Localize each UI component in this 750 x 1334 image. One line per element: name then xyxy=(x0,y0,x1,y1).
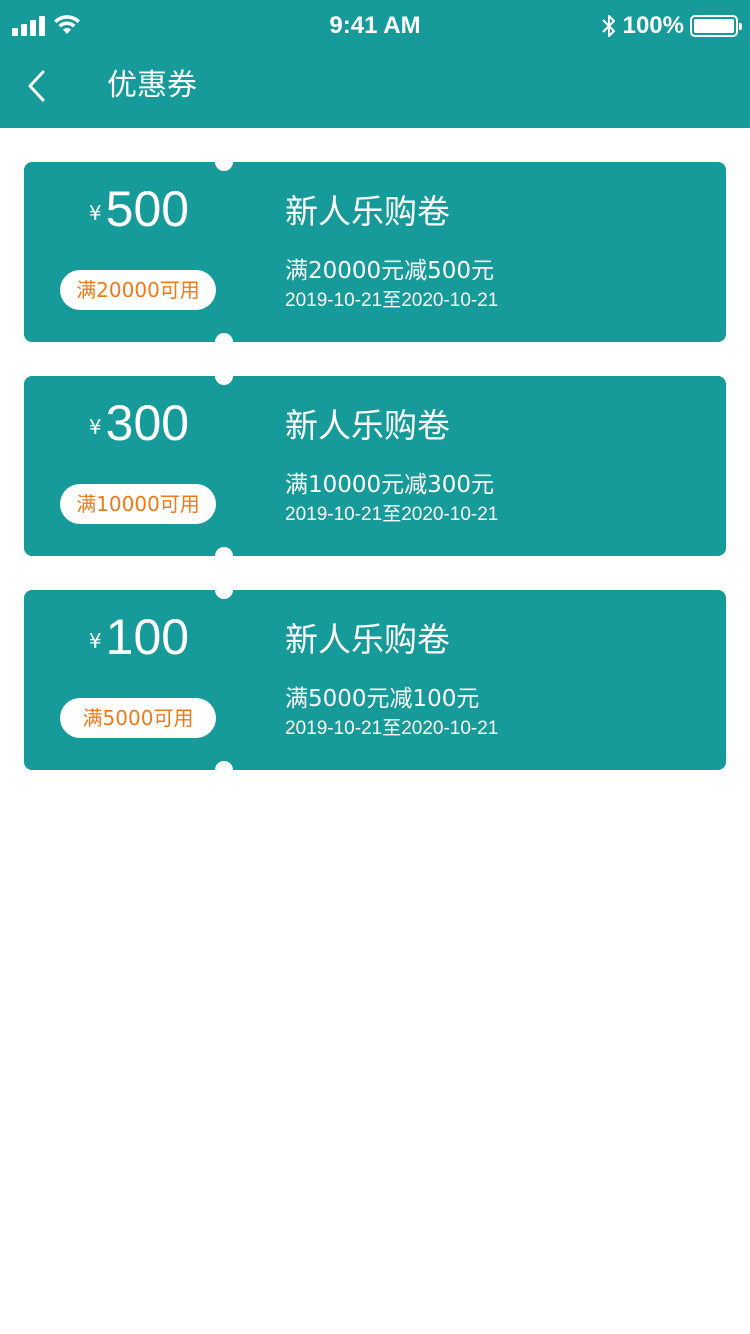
coupon-amount: ¥500 xyxy=(24,184,254,234)
status-right: 100% xyxy=(601,12,742,40)
coupon-title: 新人乐购卷 xyxy=(285,192,450,231)
nav-bar: 优惠券 xyxy=(0,52,750,128)
battery-icon xyxy=(690,15,742,37)
coupon-validity: 2019-10-21至2020-10-21 xyxy=(285,504,499,525)
threshold-badge: 满20000可用 xyxy=(60,270,216,310)
coupon-validity: 2019-10-21至2020-10-21 xyxy=(285,718,499,739)
coupon-card[interactable]: ¥300 满10000可用 新人乐购卷 满10000元减300元 2019-10… xyxy=(24,367,726,565)
ticket-notch xyxy=(215,761,233,779)
amount-value: 100 xyxy=(105,609,190,665)
battery-percent: 100% xyxy=(622,12,684,39)
coupon-title: 新人乐购卷 xyxy=(285,620,450,659)
amount-value: 500 xyxy=(105,181,190,237)
coupon-card[interactable]: ¥500 满20000可用 新人乐购卷 满20000元减500元 2019-10… xyxy=(24,153,726,351)
coupon-list: ¥500 满20000可用 新人乐购卷 满20000元减500元 2019-10… xyxy=(24,153,726,804)
coupon-validity: 2019-10-21至2020-10-21 xyxy=(285,290,499,311)
status-bar: 9:41 AM 100% xyxy=(0,0,750,52)
coupon-amount: ¥100 xyxy=(24,612,254,662)
ticket-notch xyxy=(215,153,233,171)
threshold-badge: 满5000可用 xyxy=(60,698,216,738)
currency-symbol: ¥ xyxy=(88,629,102,653)
ticket-notch xyxy=(215,547,233,565)
page-title: 优惠券 xyxy=(107,68,197,103)
coupon-rule: 满20000元减500元 xyxy=(285,258,495,284)
amount-value: 300 xyxy=(105,395,190,451)
ticket-notch xyxy=(215,367,233,385)
coupon-amount: ¥300 xyxy=(24,398,254,448)
currency-symbol: ¥ xyxy=(88,201,102,225)
threshold-badge: 满10000可用 xyxy=(60,484,216,524)
ticket-notch xyxy=(215,581,233,599)
coupon-rule: 满5000元减100元 xyxy=(285,686,480,712)
coupon-card[interactable]: ¥100 满5000可用 新人乐购卷 满5000元减100元 2019-10-2… xyxy=(24,581,726,779)
coupon-title: 新人乐购卷 xyxy=(285,406,450,445)
coupon-rule: 满10000元减300元 xyxy=(285,472,495,498)
back-button[interactable] xyxy=(14,64,58,108)
currency-symbol: ¥ xyxy=(88,415,102,439)
ticket-notch xyxy=(215,333,233,351)
bluetooth-icon xyxy=(601,15,615,37)
chevron-left-icon xyxy=(28,70,45,102)
